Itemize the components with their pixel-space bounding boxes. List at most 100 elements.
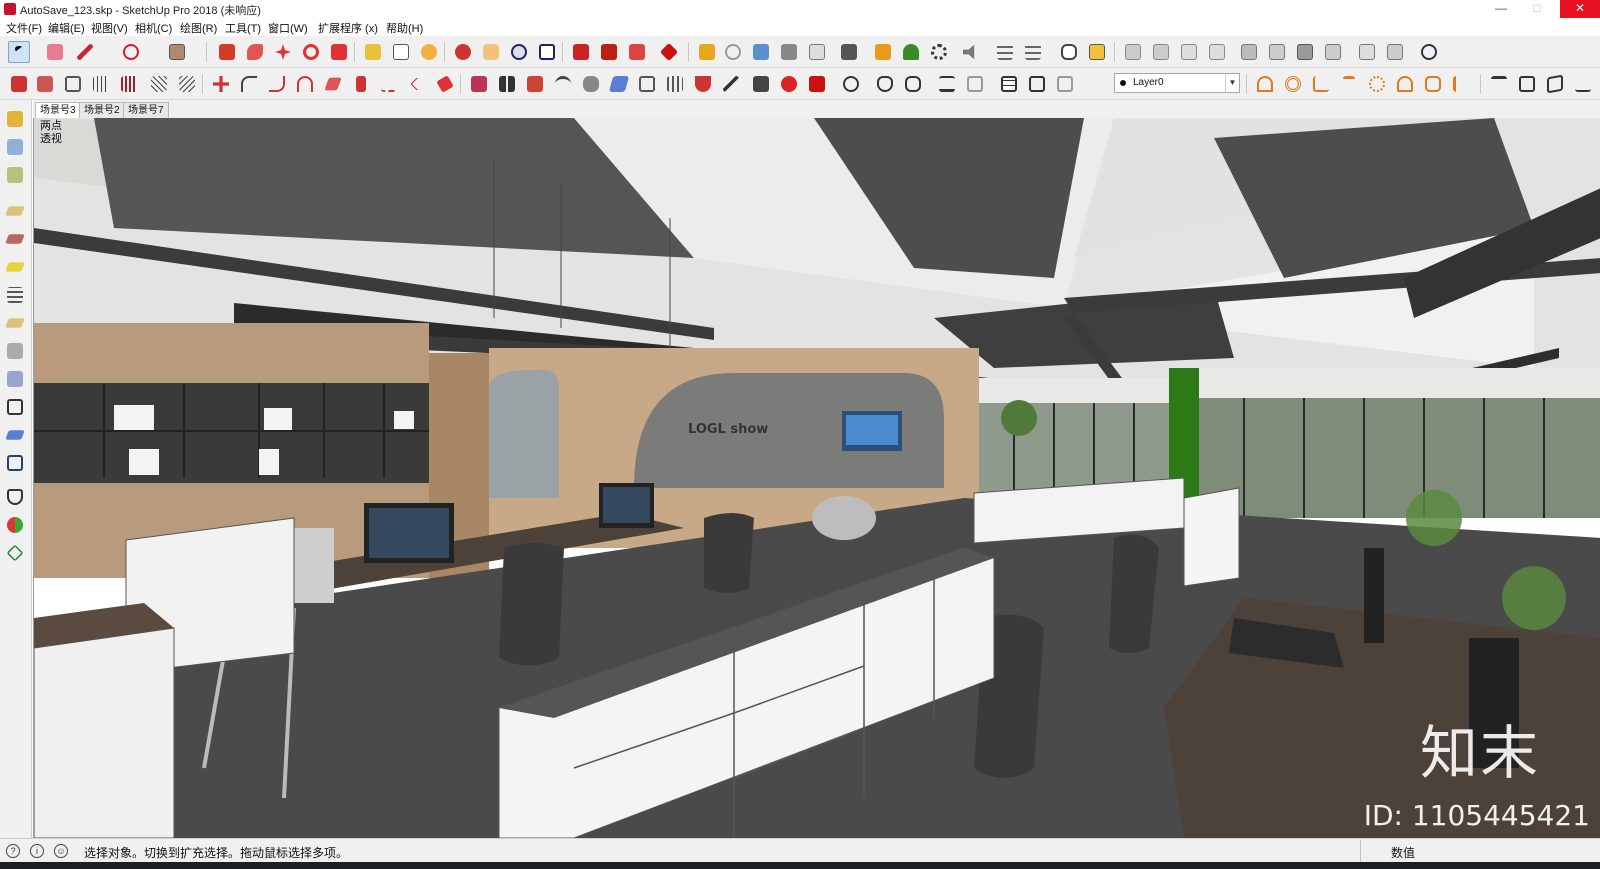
style-hidden-line-button[interactable]: [1322, 41, 1344, 63]
text-tool-button[interactable]: [390, 41, 412, 63]
menu-draw[interactable]: 绘图(R): [180, 20, 217, 36]
paint-bucket-button[interactable]: [418, 41, 440, 63]
warehouse-button[interactable]: [570, 41, 592, 63]
select-tool-button[interactable]: [8, 41, 30, 63]
component-tool-2-button[interactable]: [34, 73, 56, 95]
draw-tool-2-button[interactable]: [238, 73, 260, 95]
rectangle-tool-button[interactable]: [166, 41, 188, 63]
camera-tool-1-button[interactable]: [1488, 73, 1510, 95]
tape-measure-button[interactable]: [362, 41, 384, 63]
layer-dropdown[interactable]: Layer0 ▼: [1114, 73, 1240, 93]
left-tool-6-button[interactable]: [4, 256, 26, 278]
teapot-button[interactable]: [874, 73, 896, 95]
view-iso-button[interactable]: [1122, 41, 1144, 63]
user-status-icon[interactable]: ☺: [54, 844, 68, 858]
light-tool-1-button[interactable]: [1254, 73, 1276, 95]
light-tool-2-button[interactable]: [1282, 73, 1304, 95]
camera-tool-4-button[interactable]: [1572, 73, 1594, 95]
render-button[interactable]: [872, 41, 894, 63]
component-tool-5-button[interactable]: [118, 73, 140, 95]
component-tool-3-button[interactable]: [62, 73, 84, 95]
menu-file[interactable]: 文件(F): [6, 20, 42, 36]
scale-tool-button[interactable]: [328, 41, 350, 63]
tab-scene-3[interactable]: 场景号3: [35, 102, 81, 118]
plant-button[interactable]: [900, 41, 922, 63]
check-button[interactable]: [840, 73, 862, 95]
left-tool-16-button[interactable]: [4, 542, 26, 564]
left-tool-8-button[interactable]: [4, 312, 26, 334]
view-top-button[interactable]: [1150, 41, 1172, 63]
left-tool-1-button[interactable]: [4, 108, 26, 130]
zoom-button[interactable]: [508, 41, 530, 63]
light-tool-7-button[interactable]: [1422, 73, 1444, 95]
eraser-tool-button[interactable]: [44, 41, 66, 63]
info-button[interactable]: [1086, 41, 1108, 63]
move-tool-button[interactable]: [272, 41, 294, 63]
settings-button[interactable]: [928, 41, 950, 63]
geo-status-icon[interactable]: ?: [6, 844, 20, 858]
measurements-box[interactable]: 数值: [1360, 840, 1600, 862]
view-right-button[interactable]: [1206, 41, 1228, 63]
options-button[interactable]: [994, 41, 1016, 63]
follow-me-button[interactable]: [244, 41, 266, 63]
tab-scene-7[interactable]: 场景号7: [123, 102, 169, 118]
style-shaded-button[interactable]: [1356, 41, 1378, 63]
solid-tool-6-button[interactable]: [608, 73, 630, 95]
maximize-button[interactable]: □: [1522, 0, 1552, 18]
solid-tool-5-button[interactable]: [580, 73, 602, 95]
section-plane-button[interactable]: [936, 73, 958, 95]
draw-tool-9-button[interactable]: [434, 73, 456, 95]
camera-tool-2-button[interactable]: [1516, 73, 1538, 95]
model-viewport[interactable]: LOGL show 两点透视 知末 ID: 1105445421: [33, 118, 1600, 838]
solid-tool-4-button[interactable]: [552, 73, 574, 95]
left-tool-15-button[interactable]: [4, 514, 26, 536]
sandbox-button[interactable]: [838, 41, 860, 63]
menu-window[interactable]: 窗口(W): [268, 20, 308, 36]
push-pull-button[interactable]: [216, 41, 238, 63]
light-tool-4-button[interactable]: [1338, 73, 1360, 95]
draw-tool-8-button[interactable]: [406, 73, 428, 95]
light-tool-6-button[interactable]: [1394, 73, 1416, 95]
camera-position-button[interactable]: [750, 41, 772, 63]
left-tool-11-button[interactable]: [4, 396, 26, 418]
style-xray-button[interactable]: [1238, 41, 1260, 63]
style-textured-button[interactable]: [1384, 41, 1406, 63]
rotate-tool-button[interactable]: [300, 41, 322, 63]
options2-button[interactable]: [1022, 41, 1044, 63]
window-tool-button[interactable]: [998, 73, 1020, 95]
menu-extensions[interactable]: 扩展程序 (x): [318, 20, 378, 36]
solid-tool-3-button[interactable]: [524, 73, 546, 95]
solid-tool-7-button[interactable]: [636, 73, 658, 95]
draw-tool-7-button[interactable]: [378, 73, 400, 95]
component-tool-6-button[interactable]: [148, 73, 170, 95]
left-tool-14-button[interactable]: [4, 486, 26, 508]
menu-view[interactable]: 视图(V): [91, 20, 128, 36]
camera-tool-3-button[interactable]: [1544, 73, 1566, 95]
refresh-button[interactable]: [722, 41, 744, 63]
share-model-button[interactable]: [598, 41, 620, 63]
left-tool-7-button[interactable]: [4, 284, 26, 306]
plugin-su-app-button[interactable]: [806, 73, 828, 95]
lock-button[interactable]: [1054, 73, 1076, 95]
solid-tool-10-button[interactable]: [720, 73, 742, 95]
hand-tool-button[interactable]: [902, 73, 924, 95]
component-tool-1-button[interactable]: [8, 73, 30, 95]
draw-tool-5-button[interactable]: [322, 73, 344, 95]
left-tool-12-button[interactable]: [4, 424, 26, 446]
section-display-button[interactable]: [964, 73, 986, 95]
left-tool-10-button[interactable]: [4, 368, 26, 390]
line-tool-button[interactable]: [74, 41, 96, 63]
walk-button[interactable]: [778, 41, 800, 63]
light-tool-3-button[interactable]: [1310, 73, 1332, 95]
draw-tool-3-button[interactable]: [266, 73, 288, 95]
plugin-render-button[interactable]: [778, 73, 800, 95]
solid-tool-8-button[interactable]: [664, 73, 686, 95]
menu-tools[interactable]: 工具(T): [225, 20, 261, 36]
light-tool-5-button[interactable]: [1366, 73, 1388, 95]
draw-tool-1-button[interactable]: [210, 73, 232, 95]
left-tool-3-button[interactable]: [4, 164, 26, 186]
menu-help[interactable]: 帮助(H): [386, 20, 423, 36]
minimize-button[interactable]: —: [1486, 0, 1516, 18]
draw-tool-4-button[interactable]: [294, 73, 316, 95]
solid-tool-1-button[interactable]: [468, 73, 490, 95]
